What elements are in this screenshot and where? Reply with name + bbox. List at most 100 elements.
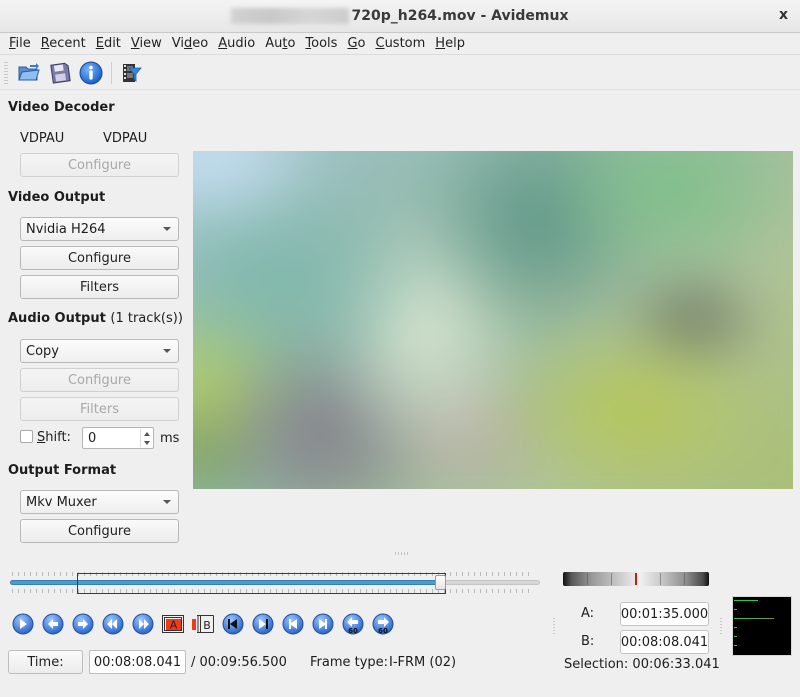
menu-help[interactable]: Help [430,36,470,51]
spin-arrows[interactable] [140,429,152,447]
menu-label-part: udio [227,36,256,51]
go-to-start-button[interactable] [222,613,244,635]
menu-label-part: Vi [171,36,184,51]
previous-frame-button[interactable] [42,613,64,635]
forward-60s-button[interactable]: 60 [372,613,394,635]
menu-label-part: R [40,36,50,51]
jog-segment [684,573,685,585]
next-keyframe-icon [132,613,154,635]
set-marker-b-button[interactable]: B [192,615,214,633]
spin-up-icon[interactable] [143,431,150,436]
menu-custom[interactable]: Custom [370,36,430,51]
jog-shuttle[interactable] [563,572,709,586]
splitter-handle[interactable] [553,618,555,634]
svg-text:B: B [203,619,211,632]
play-icon [12,613,34,635]
video-decoder-configure-button[interactable]: Configure [20,153,179,177]
timeline-slider[interactable] [8,568,540,596]
shift-value: 0 [88,430,97,446]
frame-type-label: Frame type: [310,655,389,670]
filters-icon [123,63,142,82]
save-file-button[interactable] [47,60,73,86]
menu-label-part: V [130,36,140,51]
menu-tools[interactable]: Tools [300,36,342,51]
slider-ticks-bottom [12,589,530,593]
set-marker-a-button[interactable]: A [162,615,184,633]
menu-go[interactable]: Go [342,36,370,51]
video-configure-button[interactable]: Configure [20,246,179,270]
go-to-marker-b-button[interactable] [312,613,334,635]
go-to-end-button[interactable] [252,613,274,635]
meter-bar [734,609,737,610]
play-button[interactable] [12,613,34,635]
chevron-down-icon [163,227,171,231]
menu-label-part: ile [15,36,31,51]
close-icon[interactable]: x [779,7,788,23]
menu-auto[interactable]: Auto [260,36,300,51]
set-marker-b-icon: B [192,615,214,633]
marker-b-field[interactable]: 00:08:08.041 [620,630,709,654]
jog-center-marker [635,573,637,585]
meter-bar [734,645,737,646]
go-to-marker-b-icon [312,613,334,635]
menu-audio[interactable]: Audio [213,36,260,51]
next-keyframe-button[interactable] [132,613,154,635]
splitter-handle[interactable] [720,618,722,634]
next-frame-button[interactable] [72,613,94,635]
menu-label-part: ustom [384,36,426,51]
title-bar: 720p_h264.mov - Avidemux x [0,0,800,33]
menu-bar: File Recent Edit View Video Audio Auto Tools Go C… [0,33,800,55]
jog-segment [660,573,661,585]
next-frame-icon [72,613,94,635]
slider-handle[interactable] [435,575,447,590]
audio-codec-select[interactable]: Copy [20,339,179,363]
spin-down-icon[interactable] [143,440,150,445]
shift-label-text: hift: [45,430,71,445]
menu-label-part: Au [265,36,283,51]
forward-60s-icon: 60 [372,613,394,635]
slider-progress [10,580,442,585]
back-60s-icon: 60 [342,613,364,635]
toolbar-separator [111,61,112,84]
menu-edit[interactable]: Edit [91,36,126,51]
current-time-field[interactable]: 00:08:08.041 [89,650,186,674]
video-codec-select[interactable]: Nvidia H264 [20,217,179,241]
menu-video[interactable]: Video [167,36,213,51]
back-60s-button[interactable]: 60 [342,613,364,635]
open-file-button[interactable] [16,60,42,86]
shift-checkbox[interactable] [20,430,33,443]
menu-label-part: ools [311,36,338,51]
menu-view[interactable]: View [126,36,167,51]
splitter-handle[interactable] [395,552,409,555]
menu-file[interactable]: File [4,36,36,51]
info-button[interactable] [78,60,104,86]
time-button[interactable]: Time: [8,650,83,674]
video-decoder-type: VDPAU [103,131,148,146]
chevron-down-icon [163,500,171,504]
total-duration: / 00:09:56.500 [191,655,287,670]
selection-duration: Selection: 00:06:33.041 [564,657,720,672]
meter-bar [734,600,758,601]
menu-label-part: ecent [49,36,86,51]
shift-spinbox[interactable]: 0 [82,427,154,449]
window-title: 720p_h264.mov - Avidemux [351,8,569,24]
video-filters-button[interactable]: Filters [20,275,179,299]
filters-button[interactable] [118,60,144,86]
muxer-select[interactable]: Mkv Muxer [20,490,179,514]
audio-filters-button[interactable]: Filters [20,397,179,421]
marker-a-field[interactable]: 00:01:35.000 [620,602,709,626]
previous-keyframe-button[interactable] [102,613,124,635]
audio-codec-value: Copy [26,343,59,359]
video-decoder-title: Video Decoder [8,100,115,115]
menu-label-part: E [95,36,104,51]
menu-label-part: A [218,36,228,51]
meter-bar [734,627,737,628]
muxer-configure-button[interactable]: Configure [20,519,179,543]
set-marker-a-icon: A [162,615,184,633]
menu-recent[interactable]: Recent [36,36,91,51]
shift-unit: ms [160,431,180,446]
audio-configure-button[interactable]: Configure [20,368,179,392]
go-to-marker-a-button[interactable] [282,613,304,635]
toolbar-grip[interactable] [4,61,8,84]
menu-label-part: G [347,36,358,51]
